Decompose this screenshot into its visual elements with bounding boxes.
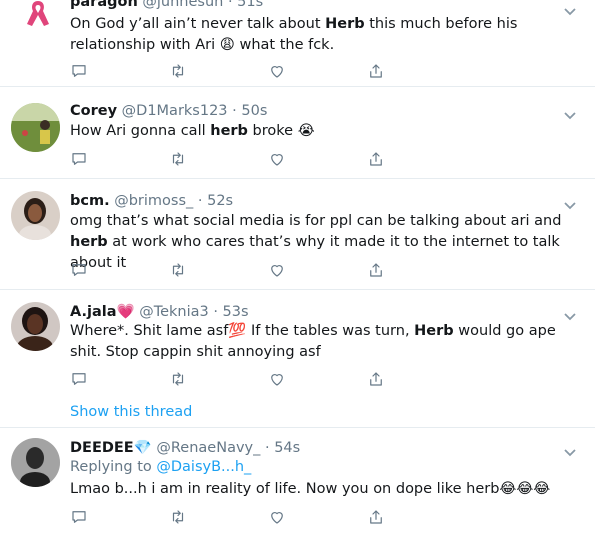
display-name[interactable]: paragon bbox=[70, 0, 138, 10]
text-segment: On God y’all ain’t never talk about bbox=[70, 16, 326, 32]
name-emoji: 💗 bbox=[116, 304, 135, 320]
user-handle[interactable]: @RenaeNavy_ bbox=[156, 440, 260, 456]
text-segment: Lmao b...h i am in reality of life. Now … bbox=[70, 481, 500, 497]
chevron-down-icon[interactable] bbox=[563, 307, 577, 321]
name-emoji: 💎 bbox=[133, 440, 152, 456]
tweet-header: bcm. @brimoss_ · 52s bbox=[70, 192, 233, 210]
tweet-header: DEEDEE💎 @RenaeNavy_ · 54s bbox=[70, 439, 300, 457]
pink-ribbon-icon bbox=[24, 0, 52, 28]
text-segment: broke bbox=[247, 123, 298, 139]
text-segment: Where*. Shit lame asf bbox=[70, 323, 229, 339]
reply-icon[interactable] bbox=[70, 62, 90, 82]
heart-icon[interactable] bbox=[268, 508, 288, 528]
share-icon[interactable] bbox=[367, 261, 387, 281]
reply-icon[interactable] bbox=[70, 261, 90, 281]
timestamp[interactable]: · 52s bbox=[198, 193, 233, 209]
tweet-text: How Ari gonna call herb broke 😭 bbox=[70, 121, 582, 142]
tweet-text: Lmao b...h i am in reality of life. Now … bbox=[70, 479, 582, 500]
tweet-actions bbox=[70, 150, 390, 170]
display-name[interactable]: Corey bbox=[70, 103, 117, 119]
tweet-text: Where*. Shit lame asf💯 If the tables was… bbox=[70, 321, 582, 363]
heart-icon[interactable] bbox=[268, 261, 288, 281]
reply-icon[interactable] bbox=[70, 150, 90, 170]
heart-icon[interactable] bbox=[268, 150, 288, 170]
timestamp[interactable]: · 50s bbox=[232, 103, 267, 119]
tweet-actions bbox=[70, 261, 390, 281]
heart-icon[interactable] bbox=[268, 62, 288, 82]
tweet-card[interactable]: paragon @junnesun · 51s On God y’all ain… bbox=[0, 0, 595, 87]
tweet-actions bbox=[70, 62, 390, 82]
tweet-card[interactable]: DEEDEE💎 @RenaeNavy_ · 54s Replying to @D… bbox=[0, 428, 595, 540]
timestamp[interactable]: · 53s bbox=[213, 304, 248, 320]
keyword-highlight: herb bbox=[70, 234, 108, 250]
share-icon[interactable] bbox=[367, 370, 387, 390]
user-handle[interactable]: @D1Marks123 bbox=[122, 103, 228, 119]
text-segment: what the fck. bbox=[234, 37, 335, 53]
text-segment: How Ari gonna call bbox=[70, 123, 211, 139]
chevron-down-icon[interactable] bbox=[563, 196, 577, 210]
text-segment: omg that’s what social media is for ppl … bbox=[70, 213, 562, 229]
tweet-card[interactable]: Corey @D1Marks123 · 50s How Ari gonna ca… bbox=[0, 87, 595, 179]
show-thread-link[interactable]: Show this thread bbox=[70, 404, 192, 420]
emoji: 😭 bbox=[297, 123, 315, 139]
avatar[interactable] bbox=[11, 438, 60, 487]
retweet-icon[interactable] bbox=[169, 508, 189, 528]
timestamp[interactable]: · 54s bbox=[265, 440, 300, 456]
avatar[interactable] bbox=[11, 191, 60, 240]
retweet-icon[interactable] bbox=[169, 261, 189, 281]
keyword-highlight: Herb bbox=[414, 323, 454, 339]
avatar[interactable] bbox=[11, 302, 60, 351]
share-icon[interactable] bbox=[367, 508, 387, 528]
display-name[interactable]: A.jala bbox=[70, 304, 117, 320]
emoji: 😂😂😂 bbox=[499, 481, 551, 497]
emoji: 💯 bbox=[228, 323, 247, 339]
chevron-down-icon[interactable] bbox=[563, 443, 577, 457]
tweet-actions bbox=[70, 508, 390, 528]
tweet-card[interactable]: bcm. @brimoss_ · 52s omg that’s what soc… bbox=[0, 179, 595, 290]
replying-to: Replying to @DaisyB...h_ bbox=[70, 459, 251, 475]
tweet-header: Corey @D1Marks123 · 50s bbox=[70, 102, 267, 120]
retweet-icon[interactable] bbox=[169, 150, 189, 170]
tweet-header: A.jala💗 @Teknia3 · 53s bbox=[70, 303, 249, 321]
share-icon[interactable] bbox=[367, 62, 387, 82]
avatar[interactable] bbox=[11, 103, 60, 152]
reply-icon[interactable] bbox=[70, 370, 90, 390]
display-name[interactable]: DEEDEE bbox=[70, 440, 134, 456]
chevron-down-icon[interactable] bbox=[563, 2, 577, 16]
replying-label: Replying to bbox=[70, 459, 152, 475]
keyword-highlight: herb bbox=[210, 123, 248, 139]
user-handle[interactable]: @Teknia3 bbox=[139, 304, 209, 320]
text-segment: If the tables was turn, bbox=[246, 323, 415, 339]
emoji: 😩 bbox=[219, 37, 235, 53]
retweet-icon[interactable] bbox=[169, 370, 189, 390]
retweet-icon[interactable] bbox=[169, 62, 189, 82]
reply-icon[interactable] bbox=[70, 508, 90, 528]
timestamp[interactable]: · 51s bbox=[228, 0, 263, 10]
tweet-card[interactable]: A.jala💗 @Teknia3 · 53s Where*. Shit lame… bbox=[0, 290, 595, 428]
tweet-text: On God y’all ain’t never talk about Herb… bbox=[70, 14, 582, 56]
display-name[interactable]: bcm. bbox=[70, 193, 110, 209]
tweet-header: paragon @junnesun · 51s bbox=[70, 0, 263, 11]
share-icon[interactable] bbox=[367, 150, 387, 170]
tweet-actions bbox=[70, 370, 390, 390]
user-handle[interactable]: @brimoss_ bbox=[114, 193, 193, 209]
replying-handle-link[interactable]: @DaisyB...h_ bbox=[156, 459, 251, 475]
chevron-down-icon[interactable] bbox=[563, 106, 577, 120]
user-handle[interactable]: @junnesun bbox=[142, 0, 223, 10]
keyword-highlight: Herb bbox=[325, 16, 365, 32]
heart-icon[interactable] bbox=[268, 370, 288, 390]
